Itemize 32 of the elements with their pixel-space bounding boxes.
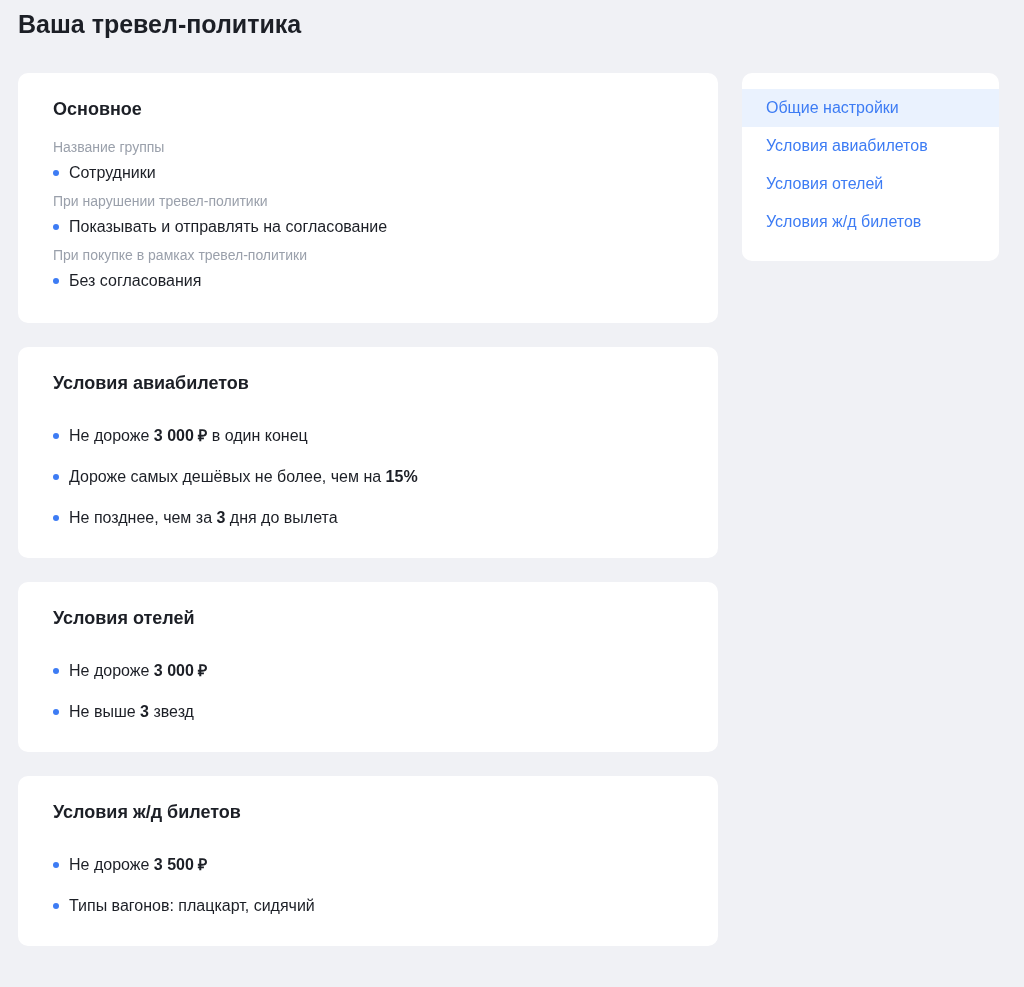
- nav-link[interactable]: Условия авиабилетов: [742, 127, 999, 165]
- section-title: Условия авиабилетов: [53, 372, 249, 395]
- field-label: При нарушении тревел-политики: [53, 192, 268, 211]
- list-item-text: Типы вагонов: плацкарт, сидячий: [69, 895, 315, 916]
- list-item-text: Не дороже 3 000 ₽: [69, 660, 208, 681]
- section-title: Основное: [53, 98, 142, 121]
- nav-link[interactable]: Условия ж/д билетов: [742, 203, 999, 241]
- bullet-icon: [53, 708, 59, 715]
- section-title: Условия ж/д билетов: [53, 801, 241, 824]
- list-item-text: Сотрудники: [69, 163, 156, 183]
- bullet-icon: [53, 170, 59, 176]
- list-item-text: Дороже самых дешёвых не более, чем на 15%: [69, 466, 418, 487]
- list-item-text: Показывать и отправлять на согласование: [69, 217, 388, 237]
- section-title: Условия отелей: [53, 607, 195, 630]
- bullet-icon: [53, 861, 59, 868]
- bullet-icon: [53, 224, 59, 230]
- bullet-icon: [53, 278, 59, 284]
- nav-link[interactable]: Условия отелей: [742, 165, 999, 203]
- list-item-text: Не дороже 3 000 ₽ в один конец: [69, 425, 308, 446]
- bullet-icon: [53, 432, 59, 439]
- list-item-text: Не позднее, чем за 3 дня до вылета: [69, 507, 338, 528]
- bullet-icon: [53, 473, 59, 480]
- list-item-text: Не дороже 3 500 ₽: [69, 854, 208, 875]
- list-item-text: Без согласования: [69, 271, 202, 291]
- nav-link[interactable]: Общие настройки: [742, 89, 999, 127]
- page-title: Ваша тревел-политика: [18, 9, 302, 40]
- field-label: При покупке в рамках тревел-политики: [53, 246, 308, 265]
- field-label: Название группы: [53, 138, 165, 157]
- bullet-icon: [53, 514, 59, 521]
- list-item-text: Не выше 3 звезд: [69, 701, 194, 722]
- bullet-icon: [53, 902, 59, 909]
- bullet-icon: [53, 667, 59, 674]
